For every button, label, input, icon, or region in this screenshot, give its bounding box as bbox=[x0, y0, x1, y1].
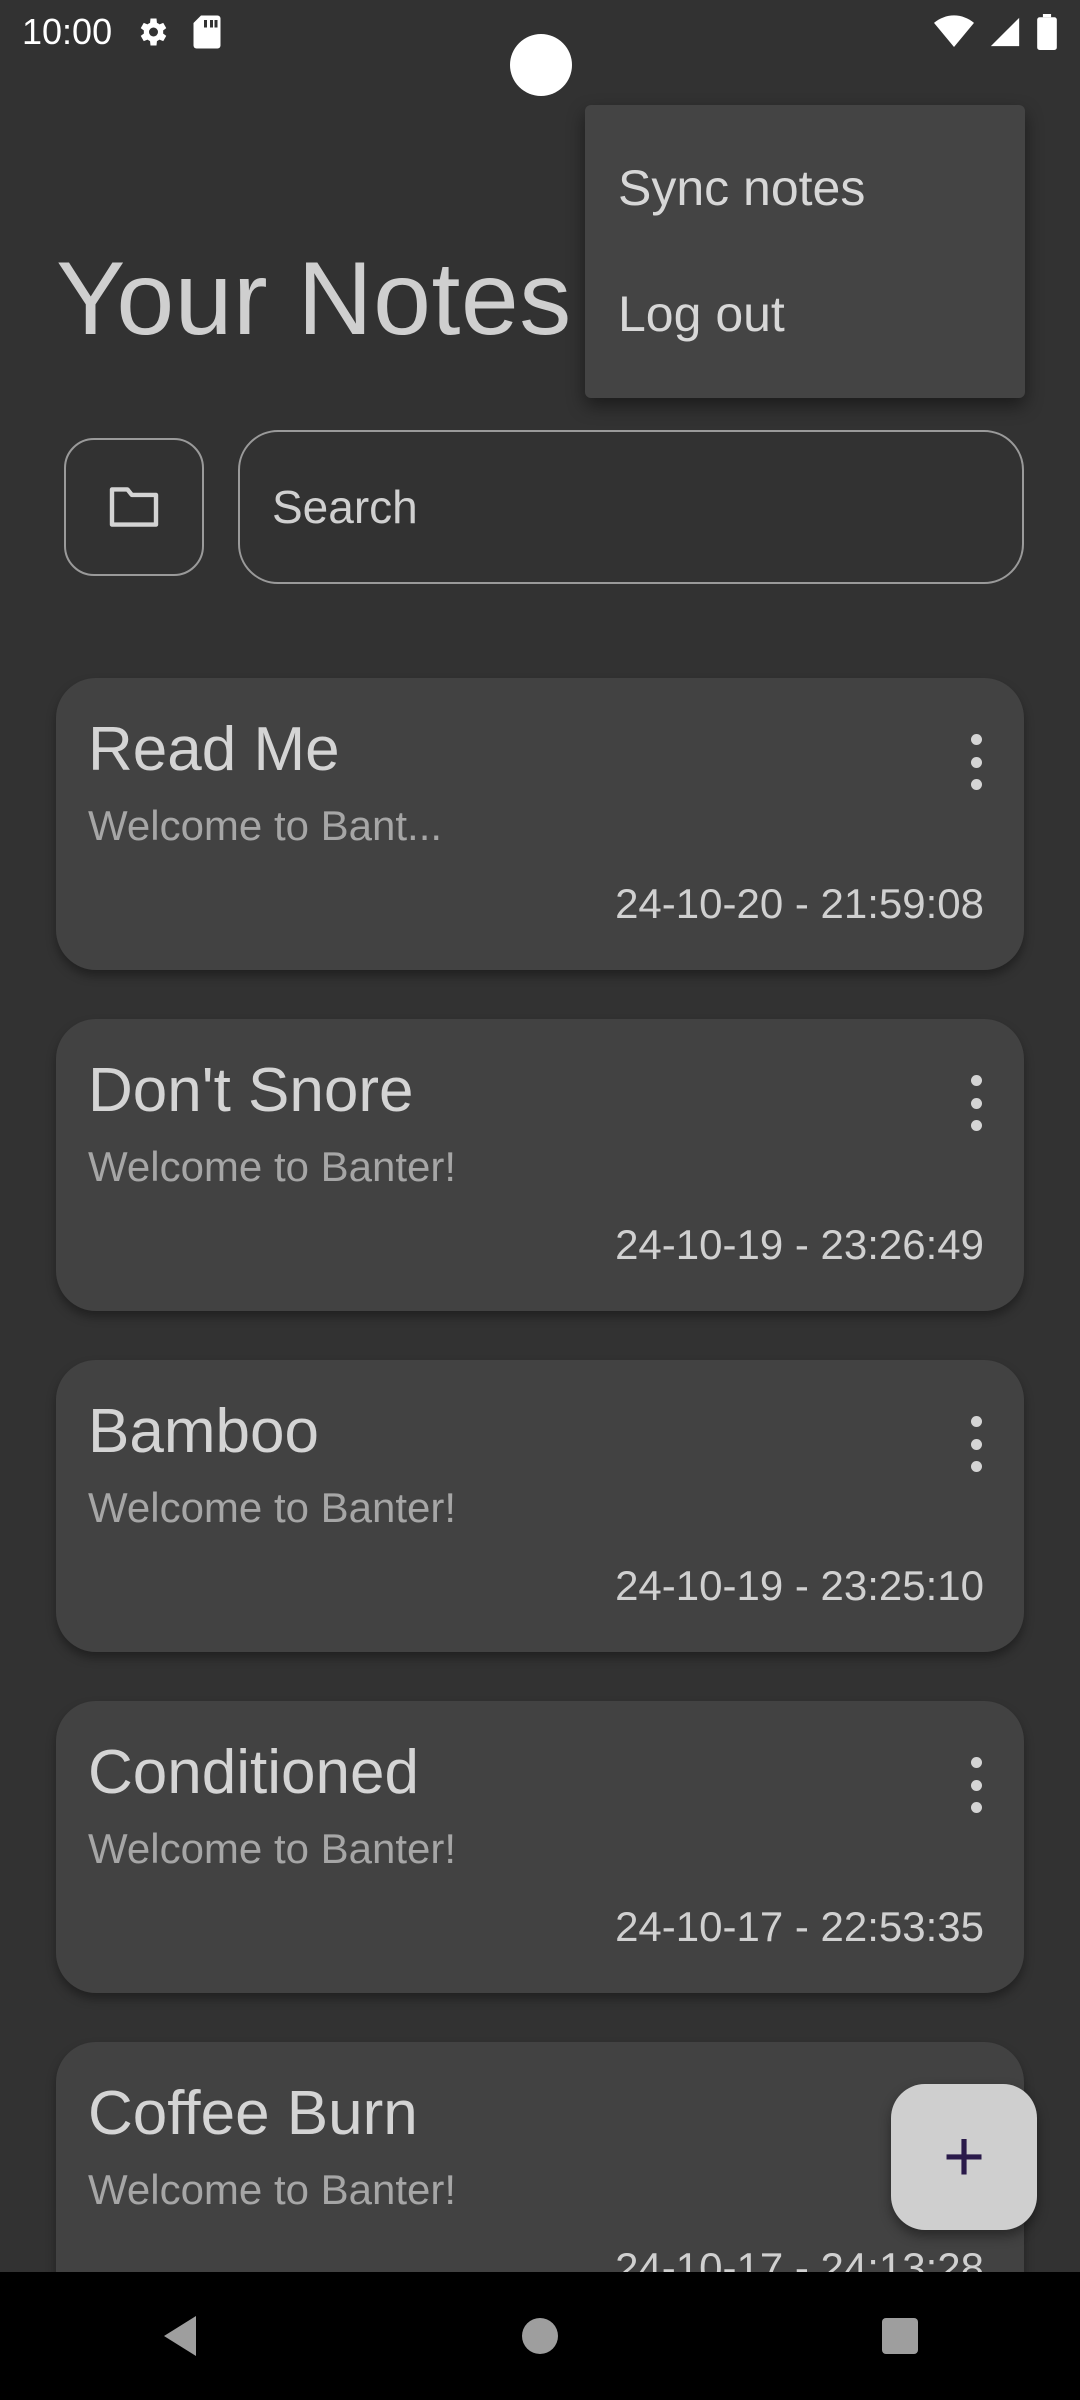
note-date: 24-10-20 - 21:59:08 bbox=[615, 880, 984, 927]
search-placeholder: Search bbox=[272, 481, 418, 533]
overflow-menu: Sync notes Log out bbox=[585, 105, 1025, 398]
plus-icon: + bbox=[942, 2117, 986, 2197]
back-icon bbox=[164, 2316, 196, 2356]
recents-icon bbox=[882, 2318, 918, 2354]
note-date: 24-10-17 - 22:53:35 bbox=[615, 1903, 984, 1950]
more-vert-icon[interactable] bbox=[964, 734, 988, 790]
status-right bbox=[934, 14, 1058, 50]
menu-item-sync-notes[interactable]: Sync notes bbox=[618, 159, 865, 217]
note-preview: Welcome to Banter! bbox=[88, 1143, 457, 1190]
status-left: 10:00 bbox=[22, 11, 222, 53]
cellular-signal-icon bbox=[990, 17, 1020, 47]
add-note-button[interactable]: + bbox=[891, 2084, 1037, 2230]
note-title: Read Me bbox=[88, 715, 340, 784]
note-preview: Welcome to Banter! bbox=[88, 2166, 457, 2213]
folder-icon bbox=[109, 487, 159, 527]
note-preview: Welcome to Bant... bbox=[88, 802, 443, 849]
note-preview: Welcome to Banter! bbox=[88, 1825, 457, 1872]
wifi-icon bbox=[934, 15, 974, 48]
nav-back-button[interactable] bbox=[120, 2286, 240, 2386]
page-title: Your Notes bbox=[56, 241, 572, 357]
navigation-bar bbox=[0, 2272, 1080, 2400]
menu-item-log-out[interactable]: Log out bbox=[618, 285, 785, 343]
note-preview: Welcome to Banter! bbox=[88, 1484, 457, 1531]
nav-home-button[interactable] bbox=[480, 2286, 600, 2386]
sd-card-icon bbox=[193, 15, 221, 49]
search-input[interactable]: Search bbox=[238, 430, 1024, 584]
note-title: Bamboo bbox=[88, 1397, 319, 1466]
settings-icon bbox=[140, 18, 167, 46]
note-date: 24-10-19 - 23:26:49 bbox=[615, 1221, 984, 1268]
more-vert-icon[interactable] bbox=[964, 1416, 988, 1472]
more-vert-icon[interactable] bbox=[964, 1757, 988, 1813]
note-card[interactable]: Don't Snore Welcome to Banter! 24-10-19 … bbox=[56, 1019, 1024, 1311]
note-date: 24-10-19 - 23:25:10 bbox=[615, 1562, 984, 1609]
battery-icon bbox=[1037, 14, 1057, 50]
folder-button[interactable] bbox=[64, 438, 204, 576]
note-title: Don't Snore bbox=[88, 1056, 414, 1125]
camera-cutout bbox=[510, 34, 572, 96]
note-title: Coffee Burn bbox=[88, 2079, 418, 2148]
status-time: 10:00 bbox=[22, 11, 113, 52]
home-icon bbox=[522, 2318, 558, 2354]
note-card[interactable]: Conditioned Welcome to Banter! 24-10-17 … bbox=[56, 1701, 1024, 1993]
note-card[interactable]: Read Me Welcome to Bant... 24-10-20 - 21… bbox=[56, 678, 1024, 970]
note-title: Conditioned bbox=[88, 1738, 419, 1807]
note-card[interactable]: Bamboo Welcome to Banter! 24-10-19 - 23:… bbox=[56, 1360, 1024, 1652]
nav-recents-button[interactable] bbox=[840, 2286, 960, 2386]
more-vert-icon[interactable] bbox=[964, 1075, 988, 1131]
